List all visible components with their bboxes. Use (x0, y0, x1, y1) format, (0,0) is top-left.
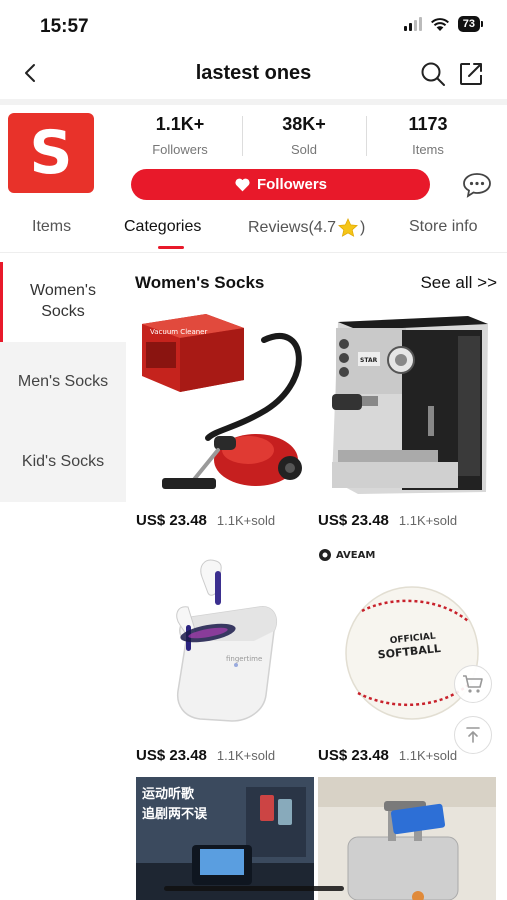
product-price: US$ 23.48 (318, 512, 389, 529)
banner-text-line1: 运动听歌 (142, 787, 195, 802)
chat-bubble-icon[interactable] (461, 172, 493, 198)
svg-text:Vacuum Cleaner: Vacuum Cleaner (150, 328, 207, 336)
store-logo[interactable]: S (8, 113, 94, 193)
product-image-banner-left[interactable]: 运动听歌 追剧两不误 (136, 777, 314, 900)
tab-reviews-label: Reviews(4.7 (248, 219, 337, 236)
product-price: US$ 23.48 (136, 512, 207, 529)
product-sold: 1.1K+sold (398, 748, 458, 763)
tab-items[interactable]: Items (32, 218, 71, 236)
cart-button[interactable] (454, 665, 492, 703)
brand-mark: AVEAM (318, 548, 375, 562)
sidebar-item-label: Kid's Socks (21, 452, 105, 470)
share-icon[interactable] (457, 60, 485, 88)
status-bar: 15:57 73 (0, 0, 507, 48)
logo-letter: S (29, 118, 73, 188)
product-image-banner-right[interactable] (318, 777, 496, 900)
signal-icon (403, 17, 422, 31)
product-image-earbuds: fingertime (136, 545, 310, 735)
brand-mark-text: AVEAM (336, 549, 376, 561)
banner-text-line2: 追剧两不误 (142, 807, 208, 822)
status-time: 15:57 (40, 16, 89, 37)
heart-icon (235, 178, 250, 192)
stat-items[interactable]: 1173 Items (366, 114, 490, 162)
product-sold: 1.1K+sold (216, 748, 276, 763)
nav-bar: lastest ones (0, 50, 507, 98)
tab-store-info[interactable]: Store info (409, 218, 477, 236)
product-card[interactable]: STAR US$ 23.48 1.1K+sold (318, 310, 494, 535)
price-row: US$ 23.48 1.1K+sold (318, 747, 457, 764)
stat-sold[interactable]: 38K+ Sold (242, 114, 366, 162)
battery-level: 73 (457, 16, 480, 32)
earbuds-brand-label: fingertime (226, 655, 262, 663)
divider (0, 99, 507, 105)
tab-categories[interactable]: Categories (124, 218, 201, 236)
active-tab-indicator (158, 246, 184, 249)
brand-logo-icon (319, 549, 331, 561)
product-image-espresso: STAR (318, 310, 492, 500)
sidebar-item-kids-socks[interactable]: Kid's Socks (0, 422, 126, 502)
store-stats: 1.1K+ Followers 38K+ Sold 1173 Items (118, 114, 490, 162)
product-image-softball: OFFICIAL SOFTBALL (318, 545, 492, 735)
sidebar-item-label: Women's Socks (30, 282, 96, 320)
stat-value: 38K+ (282, 114, 326, 134)
home-indicator[interactable] (164, 886, 344, 891)
stat-label: Followers (152, 142, 208, 157)
tab-reviews-suffix: ) (360, 219, 366, 236)
active-category-indicator (0, 262, 3, 342)
stat-label: Sold (290, 142, 318, 157)
section-title: Women's Socks (135, 273, 265, 292)
arrow-up-icon (466, 727, 480, 743)
cart-icon (463, 675, 483, 693)
coffee-brand-label: STAR (360, 357, 378, 364)
star-icon (338, 218, 358, 237)
store-tabs: Items Categories Reviews(4.7 ) Store inf… (0, 210, 507, 250)
price-row: US$ 23.48 1.1K+sold (136, 512, 275, 529)
stat-followers[interactable]: 1.1K+ Followers (118, 114, 242, 162)
stat-label: Items (412, 142, 444, 157)
price-row: US$ 23.48 1.1K+sold (318, 512, 457, 529)
price-row: US$ 23.48 1.1K+sold (136, 747, 275, 764)
wifi-icon (430, 17, 449, 31)
see-all-link[interactable]: See all >> (420, 273, 497, 293)
product-sold: 1.1K+sold (216, 513, 276, 528)
tab-reviews[interactable]: Reviews(4.7 ) (248, 218, 365, 238)
product-sold: 1.1K+sold (398, 513, 458, 528)
sidebar-item-mens-socks[interactable]: Men's Socks (0, 342, 126, 422)
product-image-vacuum: Vacuum Cleaner (136, 310, 310, 500)
product-card[interactable]: Vacuum Cleaner US$ 23.48 1.1K+sold (136, 310, 312, 535)
stat-value: 1.1K+ (155, 114, 205, 134)
status-icons: 73 (403, 16, 483, 32)
follow-button-label: Followers (256, 176, 327, 193)
product-card[interactable]: fingertime US$ 23.48 1.1K+sold (136, 545, 312, 770)
sidebar-item-label: Men's Socks (17, 372, 109, 390)
scroll-to-top-button[interactable] (454, 716, 492, 754)
follow-button[interactable]: Followers (131, 169, 430, 200)
battery-icon: 73 (457, 16, 483, 32)
divider (0, 252, 507, 253)
product-price: US$ 23.48 (136, 747, 207, 764)
product-price: US$ 23.48 (318, 747, 389, 764)
stat-value: 1173 (408, 114, 448, 134)
search-icon[interactable] (419, 60, 447, 88)
sidebar-item-womens-socks[interactable]: Women's Socks (0, 262, 126, 342)
